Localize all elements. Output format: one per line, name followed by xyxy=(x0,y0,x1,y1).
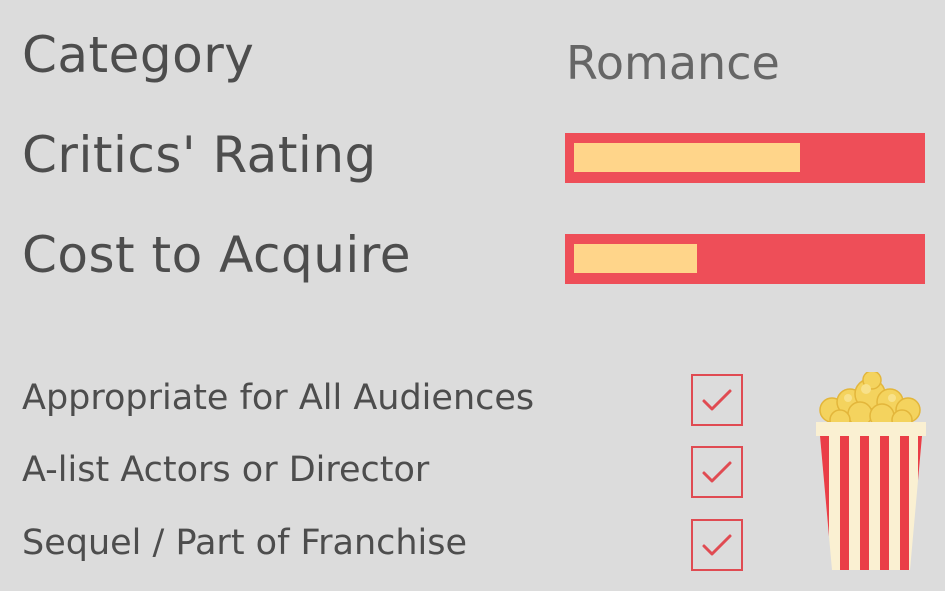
checklist-label-audiences: Appropriate for All Audiences xyxy=(22,378,535,418)
cost-to-acquire-bar xyxy=(565,234,925,284)
checkbox-sequel[interactable] xyxy=(691,519,743,571)
checkbox-actors[interactable] xyxy=(691,446,743,498)
category-value: Romance xyxy=(566,36,780,90)
popcorn-icon xyxy=(816,372,926,570)
critics-rating-bar xyxy=(565,133,925,183)
checkmark-icon xyxy=(702,461,732,483)
critics-rating-label: Critics' Rating xyxy=(22,126,377,184)
cost-to-acquire-bar-fill xyxy=(574,244,697,273)
checkbox-audiences[interactable] xyxy=(691,374,743,426)
checklist-label-actors: A-list Actors or Director xyxy=(22,450,430,490)
critics-rating-bar-fill xyxy=(574,143,800,172)
checkmark-icon xyxy=(702,534,732,556)
checkmark-icon xyxy=(702,389,732,411)
cost-to-acquire-label: Cost to Acquire xyxy=(22,226,411,284)
category-label: Category xyxy=(22,26,255,84)
checklist-label-sequel: Sequel / Part of Franchise xyxy=(22,523,468,563)
